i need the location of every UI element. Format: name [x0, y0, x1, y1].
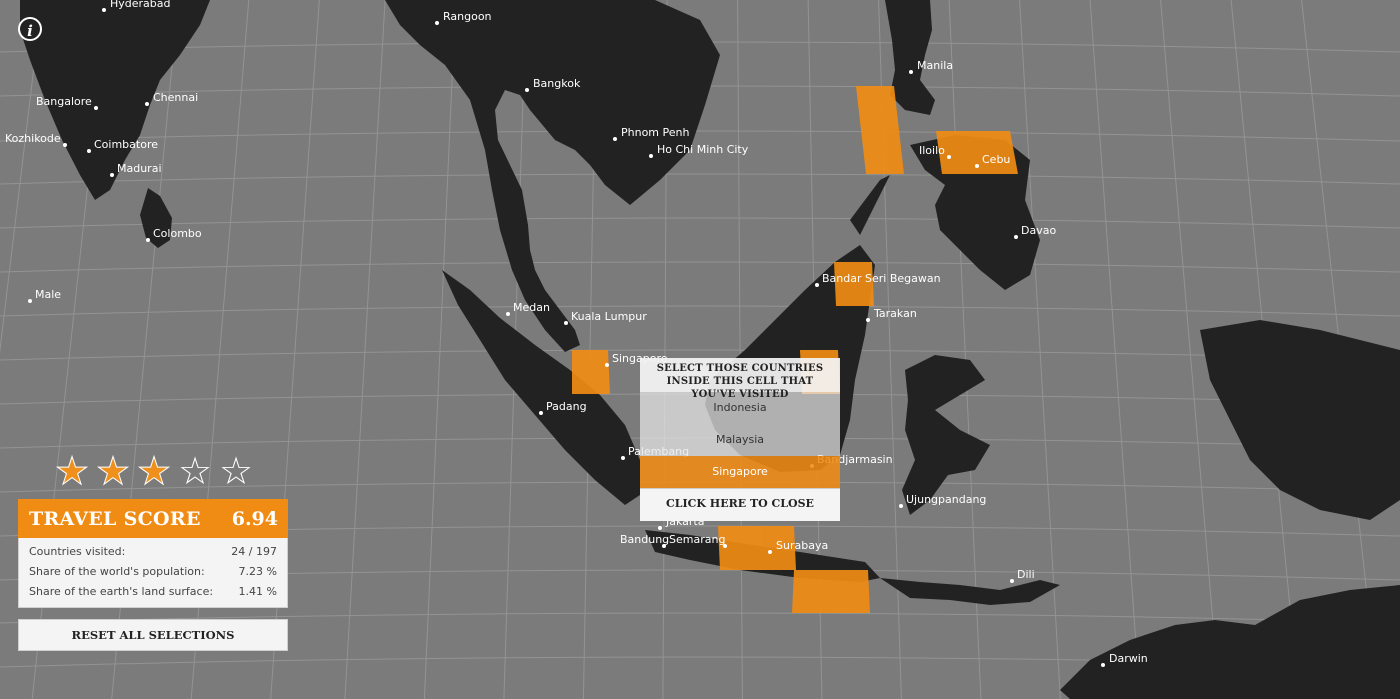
stat-value: 24 / 197 — [231, 545, 277, 558]
city-label: Bangkok — [533, 77, 581, 90]
stat-value: 7.23 % — [238, 565, 277, 578]
info-icon[interactable]: i — [18, 17, 42, 41]
city-dot — [909, 70, 913, 74]
city-label: Rangoon — [443, 10, 492, 23]
city-label: Chennai — [153, 91, 198, 104]
city-dot — [525, 88, 529, 92]
stat-land-share: Share of the earth's land surface: 1.41 … — [29, 582, 277, 602]
city-dot — [768, 550, 772, 554]
visited-cell — [792, 570, 870, 613]
country-option-singapore[interactable]: Singapore — [640, 456, 840, 488]
city-dot — [866, 318, 870, 322]
city-label: Male — [35, 288, 61, 301]
visited-cell — [572, 350, 610, 394]
city-dot — [621, 456, 625, 460]
city-label: Madurai — [117, 162, 162, 175]
country-option-indonesia[interactable]: Indonesia — [640, 392, 840, 424]
stat-population-share: Share of the world's population: 7.23 % — [29, 562, 277, 582]
city-label: Bandung — [620, 533, 669, 546]
city-label: Cebu — [982, 153, 1010, 166]
star-icon: ★ — [136, 449, 172, 493]
travel-stats: Countries visited: 24 / 197 Share of the… — [18, 538, 288, 608]
city-label: Kuala Lumpur — [571, 310, 647, 323]
stat-countries-visited: Countries visited: 24 / 197 — [29, 542, 277, 562]
city-label: Kozhikode — [5, 132, 61, 145]
city-dot — [63, 143, 67, 147]
city-label: Bandar Seri Begawan — [822, 272, 941, 285]
city-dot — [564, 321, 568, 325]
city-dot — [899, 504, 903, 508]
city-dot — [435, 21, 439, 25]
city-label: Bangalore — [36, 95, 92, 108]
close-popup-button[interactable]: CLICK HERE TO CLOSE — [640, 488, 840, 521]
city-dot — [102, 8, 106, 12]
travel-score-value: 6.94 — [231, 507, 278, 530]
city-label: Dili — [1017, 568, 1035, 581]
city-label: Coimbatore — [94, 138, 158, 151]
popup-title: SELECT THOSE COUNTRIES INSIDE THIS CELL … — [640, 358, 840, 400]
city-label: Tarakan — [873, 307, 917, 320]
stat-value: 1.41 % — [238, 585, 277, 598]
city-label: Ujungpandang — [906, 493, 986, 506]
star-outline-icon: ☆ — [218, 449, 254, 493]
city-label: Colombo — [153, 227, 202, 240]
city-dot — [87, 149, 91, 153]
city-label: Davao — [1021, 224, 1056, 237]
city-label: Semarang — [669, 533, 725, 546]
country-select-popup: SELECT THOSE COUNTRIES INSIDE THIS CELL … — [640, 358, 840, 521]
reset-all-button[interactable]: RESET ALL SELECTIONS — [18, 619, 288, 651]
city-dot — [658, 526, 662, 530]
city-dot — [947, 155, 951, 159]
city-dot — [110, 173, 114, 177]
stat-label: Share of the earth's land surface: — [29, 585, 214, 598]
country-option-malaysia[interactable]: Malaysia — [640, 424, 840, 456]
city-dot — [145, 102, 149, 106]
city-label: Padang — [546, 400, 587, 413]
city-dot — [1101, 663, 1105, 667]
city-label: Medan — [513, 301, 550, 314]
city-dot — [146, 238, 150, 242]
city-label: Phnom Penh — [621, 126, 689, 139]
star-icon: ★ — [95, 449, 131, 493]
star-outline-icon: ☆ — [177, 449, 213, 493]
star-rating: ★ ★ ★ ☆ ☆ — [52, 449, 256, 493]
stat-label: Share of the world's population: — [29, 565, 205, 578]
city-dot — [506, 312, 510, 316]
city-label: Iloilo — [919, 144, 945, 157]
city-dot — [649, 154, 653, 158]
city-label: Surabaya — [776, 539, 828, 552]
travel-score-title: TRAVEL SCORE — [29, 507, 201, 530]
city-dot — [539, 411, 543, 415]
travel-score-header: TRAVEL SCORE 6.94 — [18, 499, 288, 538]
city-label: Manila — [917, 59, 953, 72]
city-dot — [94, 106, 98, 110]
city-dot — [1014, 235, 1018, 239]
city-label: Darwin — [1109, 652, 1148, 665]
city-dot — [975, 164, 979, 168]
city-dot — [613, 137, 617, 141]
city-dot — [28, 299, 32, 303]
city-dot — [1010, 579, 1014, 583]
city-dot — [815, 283, 819, 287]
star-icon: ★ — [54, 449, 90, 493]
city-label: Hyderabad — [110, 0, 171, 10]
travel-score-panel: TRAVEL SCORE 6.94 Countries visited: 24 … — [18, 499, 288, 608]
city-dot — [605, 363, 609, 367]
stat-label: Countries visited: — [29, 545, 126, 558]
city-label: Ho Chi Minh City — [657, 143, 749, 156]
